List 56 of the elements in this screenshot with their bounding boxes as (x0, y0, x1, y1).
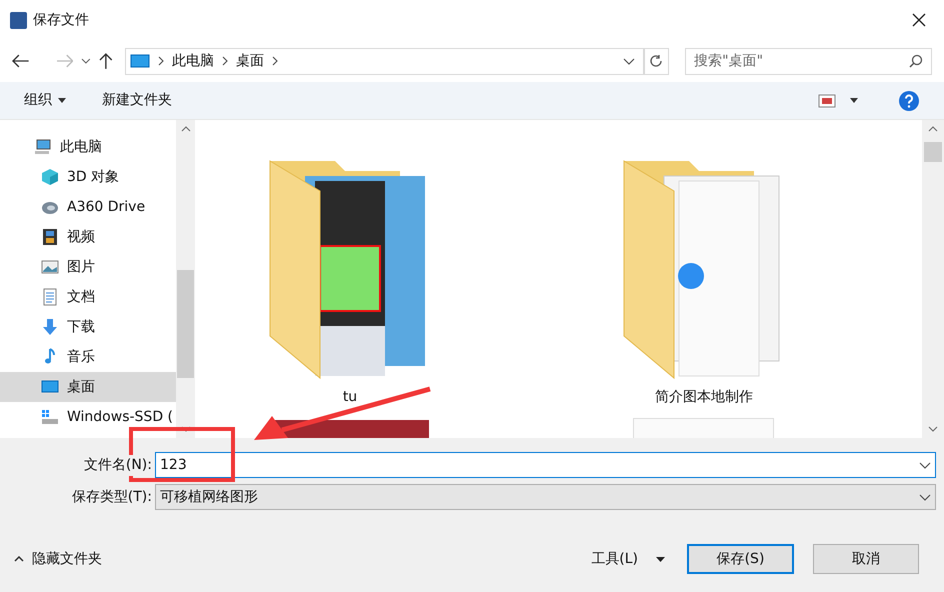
caret-icon[interactable] (850, 98, 858, 103)
sidebar-item[interactable]: A360 Drive (0, 192, 176, 222)
document-icon (41, 288, 59, 306)
desktop-icon (130, 54, 150, 68)
refresh-button[interactable] (644, 48, 670, 74)
sidebar-item[interactable]: 文档 (0, 282, 176, 312)
view-mode-icon[interactable] (818, 94, 836, 108)
sidebar-item[interactable]: 视频 (0, 222, 176, 252)
sidebar-item[interactable]: 3D 对象 (0, 162, 176, 192)
breadcrumb-item[interactable]: 此电脑 (172, 50, 214, 72)
address-bar[interactable]: 此电脑 桌面 (124, 48, 644, 74)
breadcrumb-item[interactable]: 桌面 (236, 50, 264, 72)
sidebar-item[interactable]: 此电脑 (0, 132, 176, 162)
tools-menu-button[interactable]: 工具(L) (591, 548, 665, 570)
caret-icon (656, 556, 665, 562)
file-type-dropdown[interactable]: 可移植网络图形 (155, 484, 936, 510)
scrollbar-thumb[interactable] (177, 270, 194, 378)
chevron-right-icon (222, 56, 228, 66)
refresh-icon (649, 54, 664, 68)
scrollbar[interactable] (176, 120, 195, 438)
file-type-label: 保存类型(T): (70, 488, 153, 506)
window-title: 保存文件 (33, 10, 89, 30)
save-button[interactable]: 保存(S) (687, 544, 794, 574)
organize-menu-button[interactable]: 组织 (24, 90, 66, 111)
scrollbar-thumb[interactable] (924, 142, 942, 162)
close-icon (912, 13, 926, 27)
search-icon (909, 54, 924, 68)
chevron-up-icon (928, 126, 938, 132)
sidebar-item[interactable]: 图片 (0, 252, 176, 282)
down-arrow-icon (41, 318, 59, 336)
app-logo-icon (10, 12, 27, 28)
film-icon (41, 228, 59, 246)
chevron-up-icon (14, 556, 24, 562)
cancel-button[interactable]: 取消 (813, 544, 919, 574)
sidebar-item[interactable]: 桌面 (0, 372, 176, 402)
back-arrow-icon[interactable] (12, 54, 30, 68)
help-icon[interactable] (898, 90, 920, 112)
new-folder-button[interactable]: 新建文件夹 (102, 90, 172, 111)
up-arrow-icon[interactable] (99, 52, 113, 70)
sidebar-item[interactable]: Windows-SSD ( (0, 402, 176, 432)
cube-icon (41, 168, 59, 186)
folder-label[interactable]: 简介图本地制作 (655, 387, 753, 408)
sidebar-item[interactable]: 下载 (0, 312, 176, 342)
picture-icon (41, 258, 59, 276)
computer-icon (34, 138, 52, 156)
sidebar-item[interactable]: 音乐 (0, 342, 176, 372)
scrollbar[interactable] (922, 120, 944, 438)
folder-label[interactable]: tu (342, 387, 358, 408)
drive-icon (41, 408, 59, 426)
caret-icon (58, 98, 66, 103)
search-field[interactable]: 搜索"桌面" (686, 48, 910, 74)
hide-folders-button[interactable]: 隐藏文件夹 (14, 548, 102, 570)
search-box[interactable]: 搜索"桌面" (685, 48, 932, 74)
chevron-right-icon (158, 56, 164, 66)
chevron-right-icon (272, 56, 278, 66)
chevron-up-icon (180, 126, 190, 132)
